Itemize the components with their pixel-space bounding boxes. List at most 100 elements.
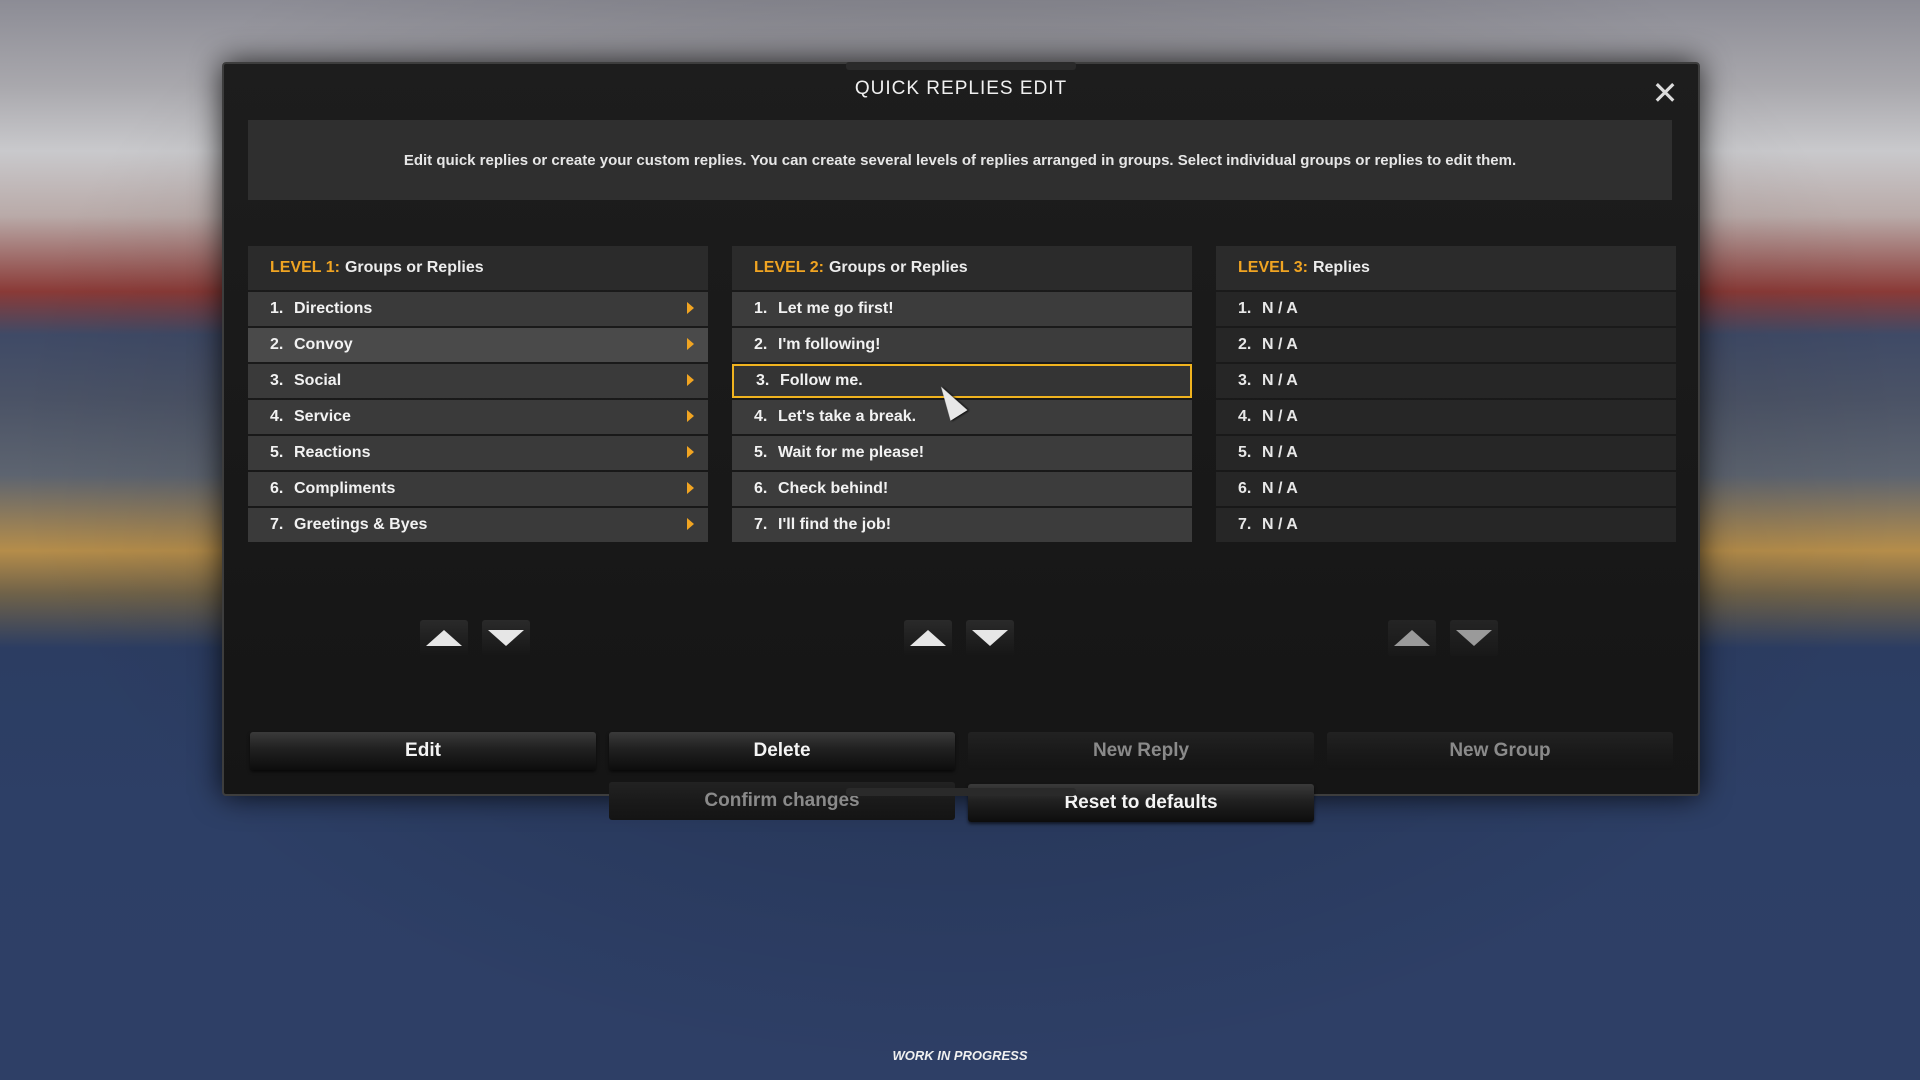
- item-label: Service: [294, 408, 351, 425]
- arrow-down-icon: [1456, 630, 1492, 646]
- level3-item[interactable]: 4. N / A: [1216, 400, 1676, 434]
- level2-title: Groups or Replies: [828, 259, 968, 276]
- item-number: 1.: [270, 300, 284, 317]
- level2-item[interactable]: 2. I'm following!: [732, 328, 1192, 362]
- item-label: Directions: [294, 300, 373, 317]
- level3-prefix: LEVEL 3:: [1238, 259, 1308, 276]
- item-number: 2.: [754, 336, 768, 353]
- arrow-up-icon: [910, 630, 946, 646]
- level2-item[interactable]: 7. I'll find the job!: [732, 508, 1192, 542]
- chevron-right-icon: [687, 518, 694, 530]
- level2-item[interactable]: 6. Check behind!: [732, 472, 1192, 506]
- level1-header: LEVEL 1: Groups or Replies: [248, 246, 708, 290]
- item-label: N / A: [1262, 408, 1298, 425]
- level2-move-buttons: [904, 620, 1014, 656]
- item-number: 1.: [754, 300, 768, 317]
- top-notch: [846, 62, 1076, 70]
- item-number: 6.: [270, 480, 284, 497]
- level1-item-service[interactable]: 4. Service: [248, 400, 708, 434]
- item-label: Follow me.: [780, 372, 863, 389]
- level2-prefix: LEVEL 2:: [754, 259, 824, 276]
- item-number: 7.: [754, 516, 768, 533]
- item-number: 7.: [270, 516, 284, 533]
- level3-item[interactable]: 1. N / A: [1216, 292, 1676, 326]
- item-label: Let me go first!: [778, 300, 894, 317]
- item-number: 2.: [270, 336, 284, 353]
- item-label: Check behind!: [778, 480, 889, 497]
- chevron-right-icon: [687, 410, 694, 422]
- level3-title: Replies: [1312, 259, 1370, 276]
- level2-move-up-button[interactable]: [904, 620, 952, 656]
- level3-item[interactable]: 6. N / A: [1216, 472, 1676, 506]
- item-number: 1.: [1238, 300, 1252, 317]
- item-label: Let's take a break.: [778, 408, 917, 425]
- item-label: N / A: [1262, 444, 1298, 461]
- item-number: 4.: [754, 408, 768, 425]
- level2-item-selected[interactable]: 3. Follow me.: [732, 364, 1192, 398]
- item-number: 5.: [1238, 444, 1252, 461]
- level1-item-compliments[interactable]: 6. Compliments: [248, 472, 708, 506]
- item-label: Greetings & Byes: [294, 516, 428, 533]
- quick-replies-dialog: QUICK REPLIES EDIT ✕ Edit quick replies …: [222, 62, 1700, 822]
- level1-title: Groups or Replies: [344, 259, 484, 276]
- close-icon[interactable]: ✕: [1650, 77, 1680, 109]
- item-number: 7.: [1238, 516, 1252, 533]
- delete-button[interactable]: Delete: [609, 732, 955, 770]
- level3-item[interactable]: 7. N / A: [1216, 508, 1676, 542]
- bottom-notch: [846, 788, 1076, 796]
- dialog-title: QUICK REPLIES EDIT: [854, 78, 1068, 99]
- level2-item[interactable]: 1. Let me go first!: [732, 292, 1192, 326]
- level2-column: LEVEL 2: Groups or Replies 1. Let me go …: [732, 246, 1192, 544]
- arrow-up-icon: [1394, 630, 1430, 646]
- item-number: 5.: [754, 444, 768, 461]
- arrow-down-icon: [488, 630, 524, 646]
- item-number: 6.: [1238, 480, 1252, 497]
- level2-item[interactable]: 5. Wait for me please!: [732, 436, 1192, 470]
- level1-item-social[interactable]: 3. Social: [248, 364, 708, 398]
- level3-item[interactable]: 2. N / A: [1216, 328, 1676, 362]
- level1-prefix: LEVEL 1:: [270, 259, 340, 276]
- level1-move-up-button[interactable]: [420, 620, 468, 656]
- level3-header: LEVEL 3: Replies: [1216, 246, 1676, 290]
- item-label: N / A: [1262, 372, 1298, 389]
- arrow-down-icon: [972, 630, 1008, 646]
- item-number: 3.: [270, 372, 284, 389]
- item-number: 4.: [270, 408, 284, 425]
- item-label: N / A: [1262, 300, 1298, 317]
- item-number: 4.: [1238, 408, 1252, 425]
- item-label: N / A: [1262, 516, 1298, 533]
- level3-move-down-button[interactable]: [1450, 620, 1498, 656]
- item-number: 3.: [756, 372, 770, 389]
- item-label: N / A: [1262, 336, 1298, 353]
- info-text: Edit quick replies or create your custom…: [248, 120, 1672, 200]
- item-label: Reactions: [294, 444, 371, 461]
- new-group-button[interactable]: New Group: [1327, 732, 1673, 770]
- chevron-right-icon: [687, 446, 694, 458]
- chevron-right-icon: [687, 482, 694, 494]
- level1-item-convoy[interactable]: 2. Convoy: [248, 328, 708, 362]
- level3-move-up-button[interactable]: [1388, 620, 1436, 656]
- edit-button[interactable]: Edit: [250, 732, 596, 770]
- level1-move-down-button[interactable]: [482, 620, 530, 656]
- level1-move-buttons: [420, 620, 530, 656]
- item-label: Wait for me please!: [778, 444, 925, 461]
- item-number: 5.: [270, 444, 284, 461]
- level3-item[interactable]: 5. N / A: [1216, 436, 1676, 470]
- item-label: Compliments: [294, 480, 396, 497]
- new-reply-button[interactable]: New Reply: [968, 732, 1314, 770]
- arrow-up-icon: [426, 630, 462, 646]
- level1-item-greetings[interactable]: 7. Greetings & Byes: [248, 508, 708, 542]
- level3-item[interactable]: 3. N / A: [1216, 364, 1676, 398]
- chevron-right-icon: [687, 374, 694, 386]
- work-in-progress-label: WORK IN PROGRESS: [892, 1048, 1028, 1063]
- item-number: 3.: [1238, 372, 1252, 389]
- level1-column: LEVEL 1: Groups or Replies 1. Directions…: [248, 246, 708, 544]
- level2-move-down-button[interactable]: [966, 620, 1014, 656]
- item-number: 2.: [1238, 336, 1252, 353]
- level1-item-reactions[interactable]: 5. Reactions: [248, 436, 708, 470]
- chevron-right-icon: [687, 338, 694, 350]
- item-label: Social: [294, 372, 342, 389]
- item-label: I'll find the job!: [778, 516, 892, 533]
- level1-item-directions[interactable]: 1. Directions: [248, 292, 708, 326]
- item-label: Convoy: [294, 336, 353, 353]
